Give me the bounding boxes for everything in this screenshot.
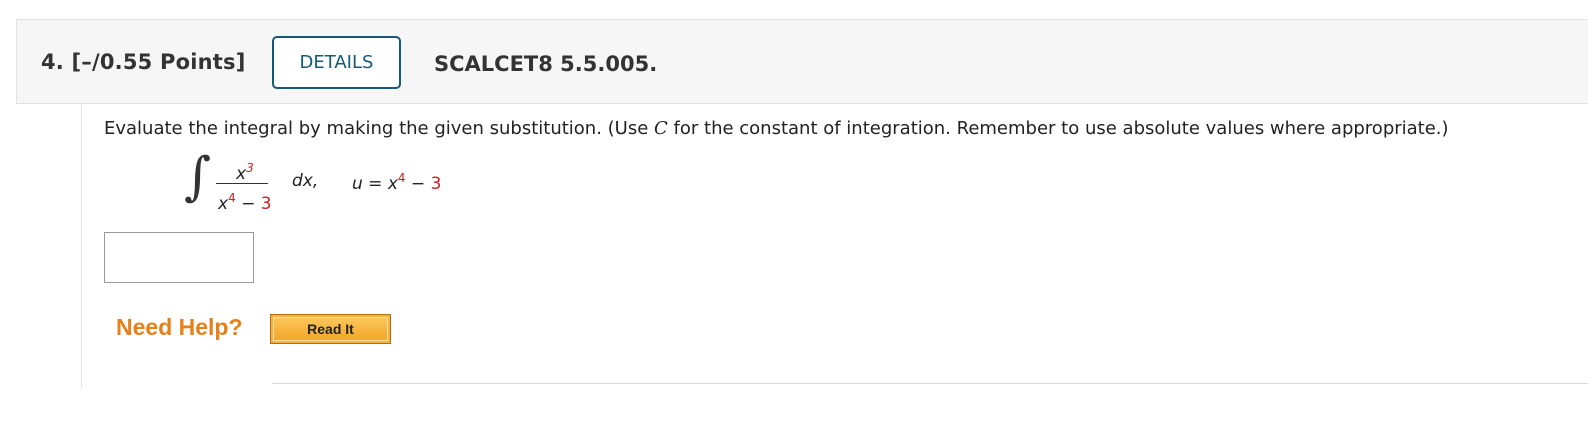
numerator-variable: x [236,164,247,184]
bottom-divider [272,383,1588,384]
substitution-lhs: u = x [352,174,398,194]
denominator-constant: 3 [260,194,272,214]
integral-expression: ∫ x3 x4 − 3 dx, u = x4 − 3 [180,151,480,220]
details-button[interactable]: DETAILS [272,36,401,89]
prompt-text-end: for the constant of integration. Remembe… [667,118,1449,139]
denominator-exponent: 4 [228,191,236,205]
fraction-denominator: x4 − 3 [218,191,272,214]
substitution: u = x4 − 3 [352,171,441,194]
question-code: SCALCET8 5.5.005. [434,52,658,76]
numerator-exponent: 3 [246,161,254,175]
substitution-constant: 3 [430,174,442,194]
question-body-divider [81,104,82,388]
integral-sign: ∫ [184,147,212,207]
prompt-text-start: Evaluate the integral by making the give… [104,118,655,139]
read-it-label: Read It [273,317,388,341]
denominator-variable: x [218,194,229,214]
question-number-points: 4. [–/0.55 Points] [41,50,246,74]
question-header: 4. [–/0.55 Points] DETAILS SCALCET8 5.5.… [16,19,1588,104]
substitution-minus: − [405,174,431,194]
need-help-label: Need Help? [116,314,243,340]
answer-input[interactable] [104,232,254,283]
prompt-constant-symbol: C [654,118,668,139]
differential-dx: dx, [292,171,319,191]
fraction-bar [216,183,268,184]
read-it-button[interactable]: Read It [270,314,391,344]
fraction-numerator: x3 [236,161,254,184]
denominator-minus: − [235,194,261,214]
substitution-exponent: 4 [397,171,406,185]
question-prompt: Evaluate the integral by making the give… [104,118,1449,139]
